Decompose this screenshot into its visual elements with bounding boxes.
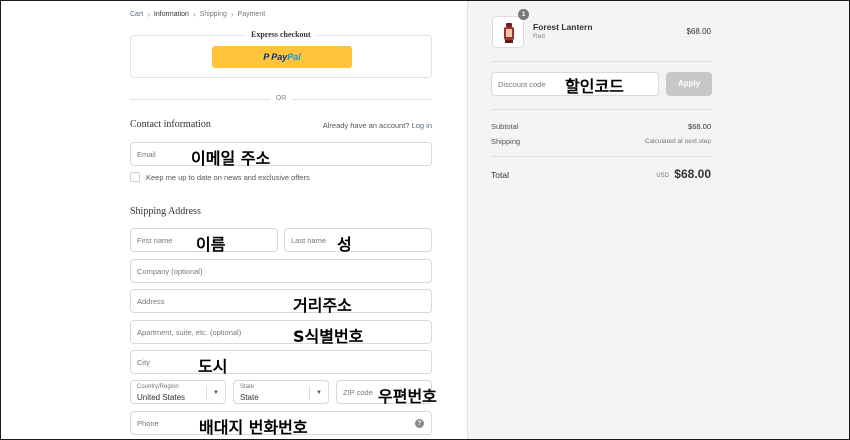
divider-line: [491, 61, 712, 62]
phone-field[interactable]: Phone 배대지 번화번호 ?: [130, 411, 432, 437]
breadcrumb-payment: Payment: [237, 11, 266, 18]
breadcrumb-cart[interactable]: Cart: [130, 11, 143, 18]
chevron-right-icon: ›: [230, 10, 234, 19]
newsletter-option[interactable]: Keep me up to date on news and exclusive…: [130, 172, 310, 182]
login-prompt: Already have an account? Log in: [323, 121, 432, 130]
address-placeholder: Address: [137, 297, 165, 306]
checkout-main: Cart › Information › Shipping › Payment …: [0, 0, 467, 440]
discount-value: 할인코드: [565, 77, 624, 96]
paypal-button[interactable]: P Pay Pal: [212, 46, 352, 68]
or-divider: OR: [130, 94, 432, 104]
divider-line: [292, 99, 432, 100]
lantern-image: [504, 23, 514, 43]
paypal-wordmark-pay: Pay: [271, 52, 288, 62]
chevron-down-icon: ▼: [316, 390, 322, 396]
country-label: Country/Region: [137, 384, 179, 390]
express-checkout-title: Express checkout: [245, 30, 317, 39]
apartment-field[interactable]: Apartment, suite, etc. (optional) S식별번호: [130, 320, 432, 346]
divider-line: [491, 156, 712, 157]
email-placeholder: Email: [137, 150, 156, 159]
city-field[interactable]: City 도시: [130, 350, 432, 376]
select-divider: [309, 386, 310, 400]
first-name-placeholder: First name: [137, 236, 173, 245]
shipping-address-title: Shipping Address: [130, 206, 201, 217]
zip-placeholder: ZIP code: [343, 388, 373, 397]
product-price: $68.00: [686, 27, 711, 36]
divider-line: [491, 109, 712, 110]
newsletter-label: Keep me up to date on news and exclusive…: [146, 172, 310, 182]
first-name-field[interactable]: First name 이름: [130, 228, 278, 254]
subtotal-value: $68.00: [688, 122, 711, 131]
last-name-field[interactable]: Last name 성: [284, 228, 432, 254]
contact-information-title: Contact information: [130, 119, 211, 130]
breadcrumb: Cart › Information › Shipping › Payment: [130, 10, 265, 19]
login-link[interactable]: Log in: [412, 121, 432, 130]
shipping-value: Calculated at next step: [644, 138, 711, 145]
apartment-placeholder: Apartment, suite, etc. (optional): [137, 328, 242, 337]
chevron-right-icon: ›: [192, 10, 196, 19]
country-value: United States: [137, 393, 186, 402]
country-select[interactable]: Country/Region United States ▼: [130, 380, 226, 404]
phone-value: 배대지 번화번호: [199, 418, 308, 437]
zip-value: 우편번호: [378, 387, 437, 406]
city-value: 도시: [198, 357, 228, 376]
product-name: Forest Lantern: [533, 22, 593, 32]
breadcrumb-information: Information: [153, 11, 189, 18]
paypal-wordmark-pal: Pal: [287, 52, 301, 62]
first-name-value: 이름: [196, 235, 226, 254]
select-divider: [206, 386, 207, 400]
subtotal-label: Subtotal: [491, 122, 519, 131]
newsletter-checkbox[interactable]: [130, 172, 140, 182]
state-label: State: [240, 384, 255, 390]
last-name-placeholder: Last name: [291, 236, 327, 245]
product-thumbnail: [492, 16, 524, 48]
email-value: 이메일 주소: [191, 149, 271, 168]
total-currency: USD: [656, 173, 669, 179]
discount-code-field[interactable]: Discount code 할인코드: [491, 72, 659, 96]
express-checkout-box: Express checkout P Pay Pal: [130, 30, 432, 78]
chevron-down-icon: ▼: [213, 390, 219, 396]
total-label: Total: [491, 170, 509, 180]
breadcrumb-shipping: Shipping: [199, 11, 227, 18]
state-select[interactable]: State State ▼: [233, 380, 329, 404]
help-icon[interactable]: ?: [415, 419, 424, 428]
quantity-badge: 1: [518, 9, 529, 20]
order-summary: 1 Forest Lantern Red $68.00 Discount cod…: [467, 0, 850, 440]
address-value: 거리주소: [293, 296, 352, 315]
company-field[interactable]: Company (optional): [130, 259, 432, 283]
zip-field[interactable]: ZIP code 우편번호: [336, 380, 437, 406]
email-field[interactable]: Email 이메일 주소: [130, 142, 432, 168]
apartment-value: S식별번호: [293, 327, 364, 346]
total-value: $68.00: [674, 167, 711, 181]
address-field[interactable]: Address 거리주소: [130, 289, 432, 315]
state-value: State: [240, 393, 259, 402]
product-variant: Red: [533, 33, 545, 40]
apply-button[interactable]: Apply: [666, 72, 712, 96]
company-placeholder: Company (optional): [137, 267, 203, 276]
login-prompt-text: Already have an account?: [322, 121, 410, 130]
last-name-value: 성: [337, 235, 352, 254]
city-placeholder: City: [137, 358, 150, 367]
chevron-right-icon: ›: [147, 10, 150, 19]
shipping-label: Shipping: [491, 137, 521, 146]
paypal-logo-icon: P: [263, 52, 270, 62]
discount-placeholder: Discount code: [498, 80, 546, 89]
phone-placeholder: Phone: [137, 419, 159, 428]
